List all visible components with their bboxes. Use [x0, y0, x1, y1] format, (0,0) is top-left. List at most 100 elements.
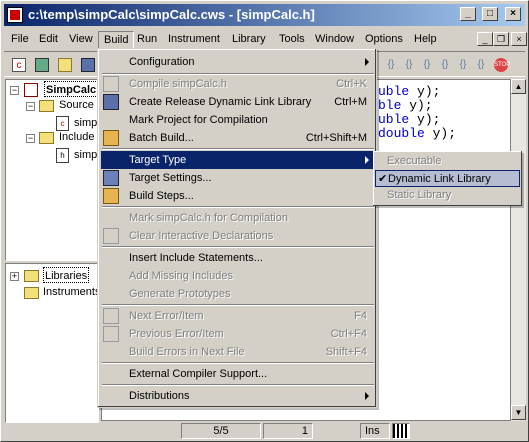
- collapse-source-icon[interactable]: −: [26, 102, 35, 111]
- build-steps-icon: [103, 188, 119, 204]
- scroll-down-icon[interactable]: ▼: [511, 405, 526, 420]
- folder-icon: [39, 100, 54, 112]
- mdi-restore-button[interactable]: ❐: [493, 32, 509, 46]
- new-file-icon[interactable]: c: [10, 56, 28, 74]
- app-icon[interactable]: [7, 7, 23, 23]
- menu-item-target-settings[interactable]: Target Settings...: [101, 169, 375, 187]
- save-icon[interactable]: [79, 56, 97, 74]
- menu-item-add-missing-includes[interactable]: Add Missing Includes: [101, 267, 375, 285]
- menu-run[interactable]: Run: [132, 31, 162, 49]
- status-insert-mode: Ins: [360, 423, 390, 439]
- menu-view[interactable]: View: [64, 31, 98, 49]
- menu-instrument[interactable]: Instrument: [163, 31, 225, 49]
- menu-separator: [102, 304, 374, 306]
- mdi-close-button[interactable]: ×: [511, 32, 527, 46]
- maximize-button[interactable]: □: [482, 7, 498, 21]
- menu-item-mark-project[interactable]: Mark Project for Compilation: [101, 111, 375, 129]
- break-icon[interactable]: {}: [472, 56, 490, 74]
- menu-item-build-steps[interactable]: Build Steps...: [101, 187, 375, 205]
- collapse-include-icon[interactable]: −: [26, 134, 35, 143]
- menu-item-configuration[interactable]: Configuration: [101, 53, 375, 71]
- menu-separator: [102, 148, 374, 150]
- submenu-arrow-icon: [365, 58, 369, 66]
- menu-item-mark-file[interactable]: Mark simpCalc.h for Compilation: [101, 209, 375, 227]
- menu-bar: File Edit View Build Run Instrument Libr…: [4, 29, 525, 49]
- clear-icon: [103, 228, 119, 244]
- mdi-minimize-button[interactable]: _: [477, 32, 493, 46]
- window-title: c:\temp\simpCalc\simpCalc.cws - [simpCal…: [28, 7, 315, 22]
- code-line: uble y);: [378, 84, 441, 99]
- menu-edit[interactable]: Edit: [34, 31, 63, 49]
- build-icon: [103, 94, 119, 110]
- menu-build[interactable]: Build: [98, 31, 135, 49]
- tree-instruments[interactable]: Instruments: [43, 284, 98, 300]
- menu-separator: [102, 246, 374, 248]
- status-line-position: 5/5: [181, 423, 261, 439]
- tree-libraries[interactable]: Libraries: [43, 267, 90, 283]
- compile-icon: [103, 76, 119, 92]
- folder-icon: [24, 270, 39, 282]
- project-tree: − SimpCalc − Source c simp − Include h s…: [5, 79, 99, 261]
- minimize-button[interactable]: _: [460, 7, 476, 21]
- submenu-item-static-library[interactable]: Static Library: [375, 187, 520, 204]
- menu-file[interactable]: File: [6, 31, 34, 49]
- menu-separator: [102, 384, 374, 386]
- tree-project[interactable]: SimpCalc: [44, 81, 98, 97]
- menu-tools[interactable]: Tools: [274, 31, 310, 49]
- menu-separator: [102, 206, 374, 208]
- library-tree: + Libraries Instruments: [5, 263, 99, 423]
- menu-item-clear-declarations[interactable]: Clear Interactive Declarations: [101, 227, 375, 245]
- menu-help[interactable]: Help: [409, 31, 442, 49]
- menu-item-next-error[interactable]: Next Error/Item F4: [101, 307, 375, 325]
- status-column: 1: [263, 423, 313, 439]
- folder-icon: [39, 132, 54, 144]
- title-bar[interactable]: c:\temp\simpCalc\simpCalc.cws - [simpCal…: [4, 4, 525, 26]
- step-into-icon[interactable]: {}: [400, 56, 418, 74]
- submenu-arrow-icon: [365, 392, 369, 400]
- target-type-submenu: Executable ✔ Dynamic Link Library Static …: [373, 151, 522, 206]
- menu-item-insert-includes[interactable]: Insert Include Statements...: [101, 249, 375, 267]
- menu-library[interactable]: Library: [227, 31, 271, 49]
- menu-item-batch-build[interactable]: Batch Build... Ctrl+Shift+M: [101, 129, 375, 147]
- tree-source-folder[interactable]: Source: [59, 97, 94, 113]
- new-uir-icon[interactable]: [33, 56, 51, 74]
- folder-icon: [24, 287, 39, 299]
- tree-include-folder[interactable]: Include: [59, 129, 94, 145]
- close-button[interactable]: ×: [505, 7, 521, 21]
- menu-item-target-type[interactable]: Target Type: [101, 151, 375, 169]
- menu-window[interactable]: Window: [310, 31, 359, 49]
- build-menu: Configuration Compile simpCalc.h Ctrl+K C…: [97, 48, 377, 408]
- code-line: uble y);: [378, 112, 441, 127]
- menu-item-build-errors-next-file[interactable]: Build Errors in Next File Shift+F4: [101, 343, 375, 361]
- target-settings-icon: [103, 170, 119, 186]
- submenu-arrow-icon: [365, 156, 369, 164]
- step-out-icon[interactable]: {}: [418, 56, 436, 74]
- step-over-icon[interactable]: {}: [382, 56, 400, 74]
- expand-libraries-icon[interactable]: +: [10, 272, 19, 281]
- menu-item-create-release-dll[interactable]: Create Release Dynamic Link Library Ctrl+…: [101, 93, 375, 111]
- tree-include-file[interactable]: simp: [74, 147, 97, 163]
- menu-item-compile[interactable]: Compile simpCalc.h Ctrl+K: [101, 75, 375, 93]
- menu-item-previous-error[interactable]: Previous Error/Item Ctrl+F4: [101, 325, 375, 343]
- scroll-up-icon[interactable]: ▲: [511, 79, 526, 94]
- vertical-scrollbar[interactable]: ▲ ▼: [511, 79, 526, 421]
- code-line: double y);: [378, 126, 457, 141]
- checkmark-icon: ✔: [378, 173, 388, 185]
- open-icon[interactable]: [56, 56, 74, 74]
- menu-options[interactable]: Options: [360, 31, 408, 49]
- next-error-icon: [103, 308, 119, 324]
- menu-item-external-compiler[interactable]: External Compiler Support...: [101, 365, 375, 383]
- stop-icon[interactable]: STOP: [492, 56, 510, 74]
- menu-separator: [102, 362, 374, 364]
- continue-icon[interactable]: {}: [436, 56, 454, 74]
- status-bar: 5/5 1 Ins: [4, 422, 525, 440]
- menu-item-generate-prototypes[interactable]: Generate Prototypes: [101, 285, 375, 303]
- batch-build-icon: [103, 130, 119, 146]
- submenu-item-executable[interactable]: Executable: [375, 153, 520, 170]
- menu-item-distributions[interactable]: Distributions: [101, 387, 375, 405]
- collapse-project-icon[interactable]: −: [10, 86, 19, 95]
- keyboard-icon: [392, 423, 410, 439]
- submenu-item-dynamic-link-library[interactable]: ✔ Dynamic Link Library: [375, 170, 520, 187]
- project-icon: [24, 83, 38, 97]
- run-to-cursor-icon[interactable]: {}: [454, 56, 472, 74]
